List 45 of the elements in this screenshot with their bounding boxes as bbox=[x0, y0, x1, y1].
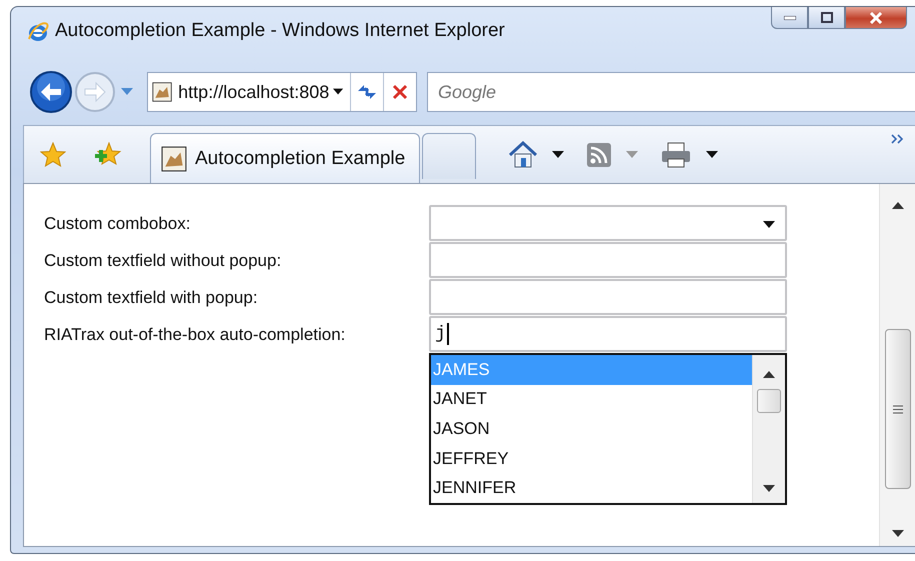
scrollbar-thumb[interactable] bbox=[884, 329, 910, 489]
field-label: Custom combobox: bbox=[44, 213, 192, 235]
close-button[interactable] bbox=[845, 7, 907, 29]
field-label: RIATrax out-of-the-box auto-completion: bbox=[44, 324, 346, 346]
print-dropdown-icon[interactable] bbox=[706, 150, 718, 158]
feeds-dropdown-icon[interactable] bbox=[626, 150, 638, 158]
suggestion-item[interactable]: JANET bbox=[431, 384, 752, 414]
window-title: Autocompletion Example - Windows Internet Explorer bbox=[55, 20, 506, 42]
back-button[interactable] bbox=[29, 70, 73, 114]
history-dropdown-icon[interactable] bbox=[121, 88, 133, 96]
scroll-down-button[interactable] bbox=[892, 530, 904, 538]
page-icon bbox=[161, 146, 187, 172]
minimize-button[interactable] bbox=[771, 7, 808, 29]
grip-icon bbox=[892, 404, 902, 414]
suggestion-item[interactable]: JASON bbox=[431, 414, 752, 444]
field-label: Custom textfield without popup: bbox=[44, 250, 282, 272]
stop-icon[interactable] bbox=[392, 84, 408, 100]
home-dropdown-icon[interactable] bbox=[552, 150, 564, 158]
add-favorite-icon[interactable] bbox=[92, 142, 122, 168]
browser-logo-icon bbox=[27, 21, 49, 43]
browser-tab[interactable]: Autocompletion Example bbox=[150, 133, 420, 183]
text-field[interactable]: j bbox=[429, 316, 787, 352]
chevron-icon[interactable] bbox=[891, 134, 905, 144]
page-icon bbox=[152, 80, 172, 104]
url-text: http://localhost:808 bbox=[177, 82, 330, 102]
suggestion-item[interactable]: JEFFREY bbox=[431, 444, 752, 474]
suggestion-item[interactable]: JENNIFER bbox=[431, 473, 752, 503]
field-label: Custom textfield with popup: bbox=[44, 287, 259, 309]
scroll-down-button[interactable] bbox=[763, 485, 775, 493]
scrollbar-thumb[interactable] bbox=[757, 389, 781, 413]
maximize-button[interactable] bbox=[808, 7, 845, 29]
refresh-icon[interactable] bbox=[356, 83, 378, 101]
home-icon[interactable] bbox=[508, 140, 538, 168]
dropdown-arrow-icon bbox=[763, 221, 775, 229]
print-icon[interactable] bbox=[660, 140, 692, 168]
text-field[interactable] bbox=[429, 279, 787, 315]
text-field[interactable] bbox=[429, 242, 787, 278]
address-dropdown-icon[interactable] bbox=[333, 88, 344, 96]
close-icon bbox=[869, 12, 883, 24]
minimize-icon bbox=[784, 16, 796, 20]
search-field[interactable]: Google bbox=[427, 72, 915, 112]
feeds-icon[interactable] bbox=[586, 142, 612, 168]
star-icon[interactable] bbox=[40, 142, 66, 168]
maximize-icon bbox=[820, 12, 832, 23]
address-bar[interactable]: http://localhost:808 bbox=[147, 72, 417, 112]
